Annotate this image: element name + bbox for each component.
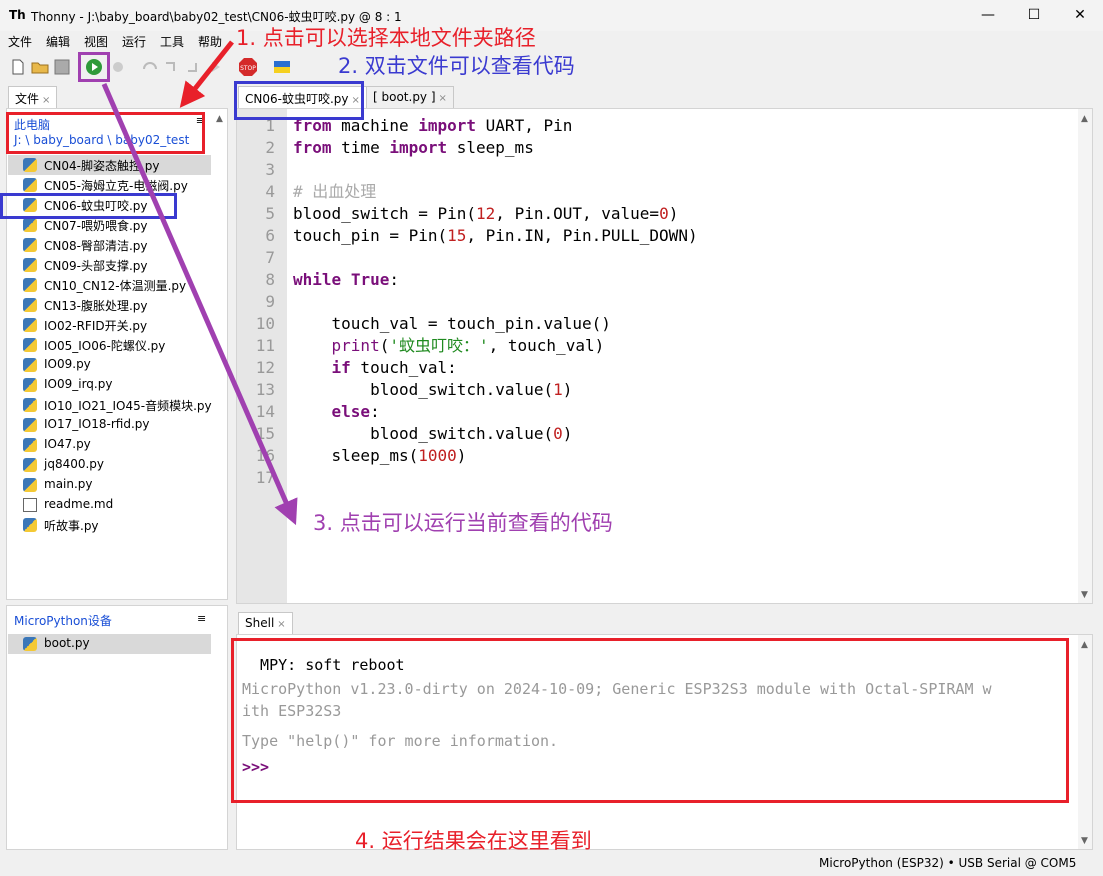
- annotation-step1: 1. 点击可以选择本地文件夹路径: [236, 26, 536, 50]
- arrow-to-path: [179, 40, 234, 108]
- annotation-arrows: [101, 40, 298, 526]
- annotation-step4: 4. 运行结果会在这里看到: [355, 829, 592, 853]
- arrow-to-run-note: [101, 83, 298, 526]
- annotation-step2: 2. 双击文件可以查看代码: [338, 54, 575, 78]
- annotation-step3: 3. 点击可以运行当前查看的代码: [313, 511, 613, 535]
